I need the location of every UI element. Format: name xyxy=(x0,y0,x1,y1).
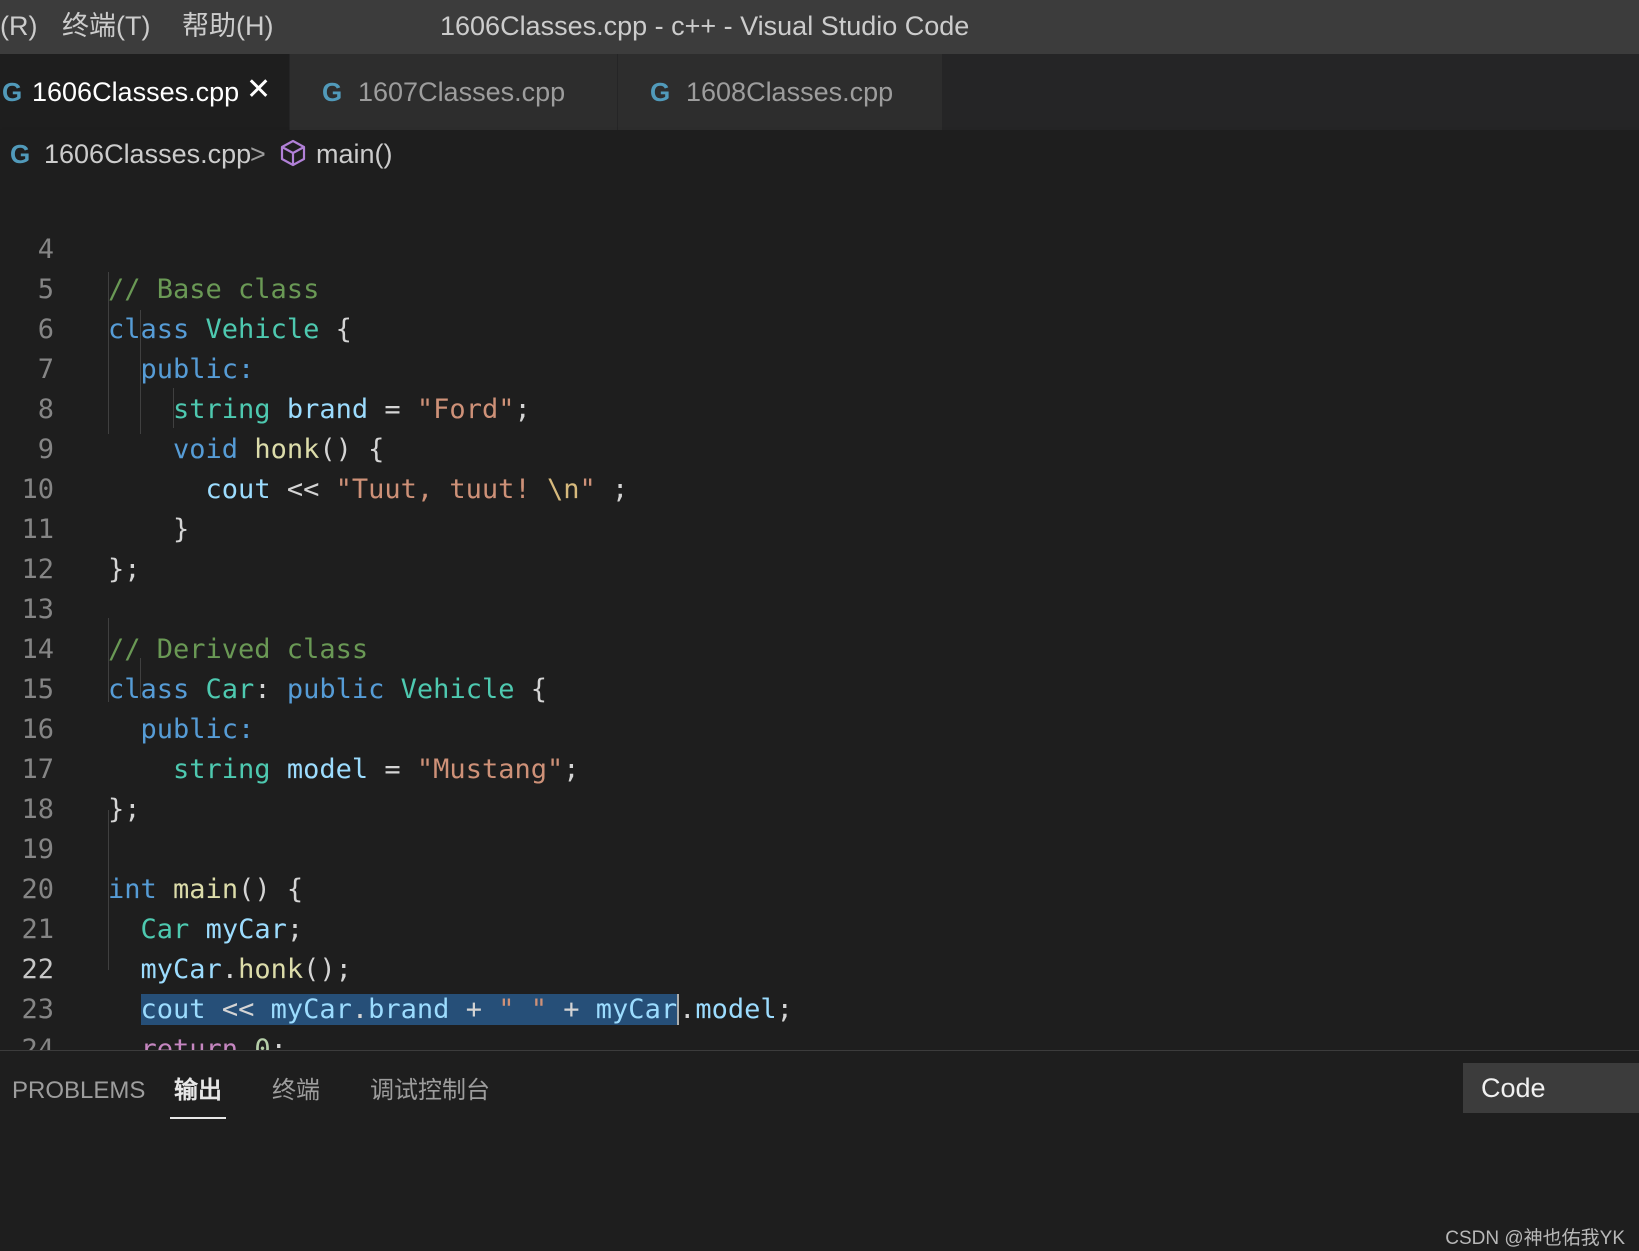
breadcrumb: G 1606Classes.cpp > main() xyxy=(0,130,1639,178)
code-line[interactable]: 14 class Car: public Vehicle { xyxy=(0,590,1639,705)
code-line[interactable]: 5 class Vehicle { xyxy=(0,230,1639,345)
code-editor[interactable]: 4 // Base class 5 class Vehicle { 6 publ… xyxy=(0,178,1639,1105)
code-line[interactable]: 20 Car myCar; xyxy=(0,830,1639,945)
close-icon[interactable]: ✕ xyxy=(246,72,271,107)
tab-output[interactable]: 输出 xyxy=(174,1073,222,1109)
breadcrumb-symbol[interactable]: main() xyxy=(316,136,393,172)
tab-1606classes[interactable]: G 1606Classes.cpp ✕ xyxy=(0,54,290,130)
code-line[interactable]: 17 }; xyxy=(0,710,1639,825)
c-plus-plus-file-icon: G xyxy=(2,77,23,107)
code-line[interactable]: 21 myCar.honk(); xyxy=(0,870,1639,985)
c-plus-plus-file-icon: G xyxy=(650,77,671,107)
code-line[interactable]: 12 xyxy=(0,510,1639,585)
code-line[interactable]: 18 xyxy=(0,750,1639,825)
code-line[interactable]: 16 string model = "Mustang"; xyxy=(0,670,1639,785)
bottom-panel: PROBLEMS 输出 终端 调试控制台 Code CSDN @神也佑我YK xyxy=(0,1050,1639,1251)
cube-symbol-icon xyxy=(278,138,308,177)
code-line[interactable]: 15 public: xyxy=(0,630,1639,745)
code-line[interactable]: 11 }; xyxy=(0,470,1639,585)
code-line[interactable]: 13 // Derived class xyxy=(0,550,1639,665)
code-line[interactable]: 7 string brand = "Ford"; xyxy=(0,310,1639,425)
breadcrumb-file[interactable]: 1606Classes.cpp xyxy=(44,136,251,172)
menu-run[interactable]: (R) xyxy=(0,10,37,42)
menu-terminal[interactable]: 终端(T) xyxy=(62,10,150,42)
code-line[interactable]: 19 int main() { xyxy=(0,790,1639,905)
chevron-right-icon: > xyxy=(250,139,266,169)
code-line-current[interactable]: 22 cout << myCar.brand + " " + myCar.mod… xyxy=(0,910,1639,1025)
c-plus-plus-file-icon: G xyxy=(10,139,31,169)
code-line[interactable]: 8 void honk() { xyxy=(0,350,1639,465)
title-bar: (R) 终端(T) 帮助(H) 1606Classes.cpp - c++ - … xyxy=(0,0,1639,54)
active-tab-indicator xyxy=(170,1117,226,1119)
tab-label: 1606Classes.cpp xyxy=(32,77,240,107)
code-line[interactable]: 24 } xyxy=(0,990,1639,1105)
menu-help[interactable]: 帮助(H) xyxy=(182,10,273,42)
code-line[interactable]: 9 cout << "Tuut, tuut! \n" ; xyxy=(0,390,1639,505)
output-channel-select[interactable]: Code xyxy=(1463,1063,1639,1113)
code-line[interactable]: 4 // Base class xyxy=(0,190,1639,305)
code-line[interactable]: 10 } xyxy=(0,430,1639,545)
tab-debug-console[interactable]: 调试控制台 xyxy=(370,1073,490,1109)
c-plus-plus-file-icon: G xyxy=(322,77,343,107)
tab-label: 1607Classes.cpp xyxy=(358,77,566,107)
editor-tab-bar: G 1606Classes.cpp ✕ G 1607Classes.cpp G … xyxy=(0,54,1639,130)
code-line[interactable]: 23 return 0; xyxy=(0,950,1639,1065)
tab-1608classes[interactable]: G 1608Classes.cpp xyxy=(618,54,943,130)
tab-1607classes[interactable]: G 1607Classes.cpp xyxy=(290,54,618,130)
code-line[interactable]: 6 public: xyxy=(0,270,1639,385)
watermark: CSDN @神也佑我YK xyxy=(1445,1228,1625,1249)
tab-terminal[interactable]: 终端 xyxy=(272,1073,320,1109)
tab-problems[interactable]: PROBLEMS xyxy=(12,1073,145,1109)
tab-label: 1608Classes.cpp xyxy=(686,77,894,107)
window-title: 1606Classes.cpp - c++ - Visual Studio Co… xyxy=(440,11,970,41)
